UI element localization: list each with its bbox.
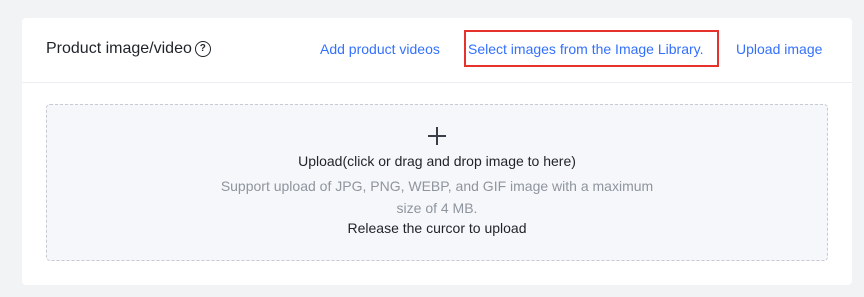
upload-release-text: Release the curcor to upload <box>347 220 527 236</box>
select-from-image-library-link[interactable]: Select images from the Image Library. <box>468 41 704 57</box>
upload-instruction: Upload(click or drag and drop image to h… <box>298 153 576 169</box>
upload-dropzone[interactable]: Upload(click or drag and drop image to h… <box>46 104 828 261</box>
product-media-card: Product image/video ? Add product videos… <box>22 18 852 285</box>
plus-icon <box>428 127 446 145</box>
upload-format-hint: Support upload of JPG, PNG, WEBP, and GI… <box>220 178 654 216</box>
section-title: Product image/video ? <box>46 40 211 58</box>
add-product-videos-link[interactable]: Add product videos <box>320 41 440 57</box>
card-header: Product image/video ? Add product videos… <box>22 18 852 83</box>
upload-image-link[interactable]: Upload image <box>736 41 822 57</box>
section-title-label: Product image/video <box>46 40 192 57</box>
question-circle-icon[interactable]: ? <box>194 41 211 57</box>
